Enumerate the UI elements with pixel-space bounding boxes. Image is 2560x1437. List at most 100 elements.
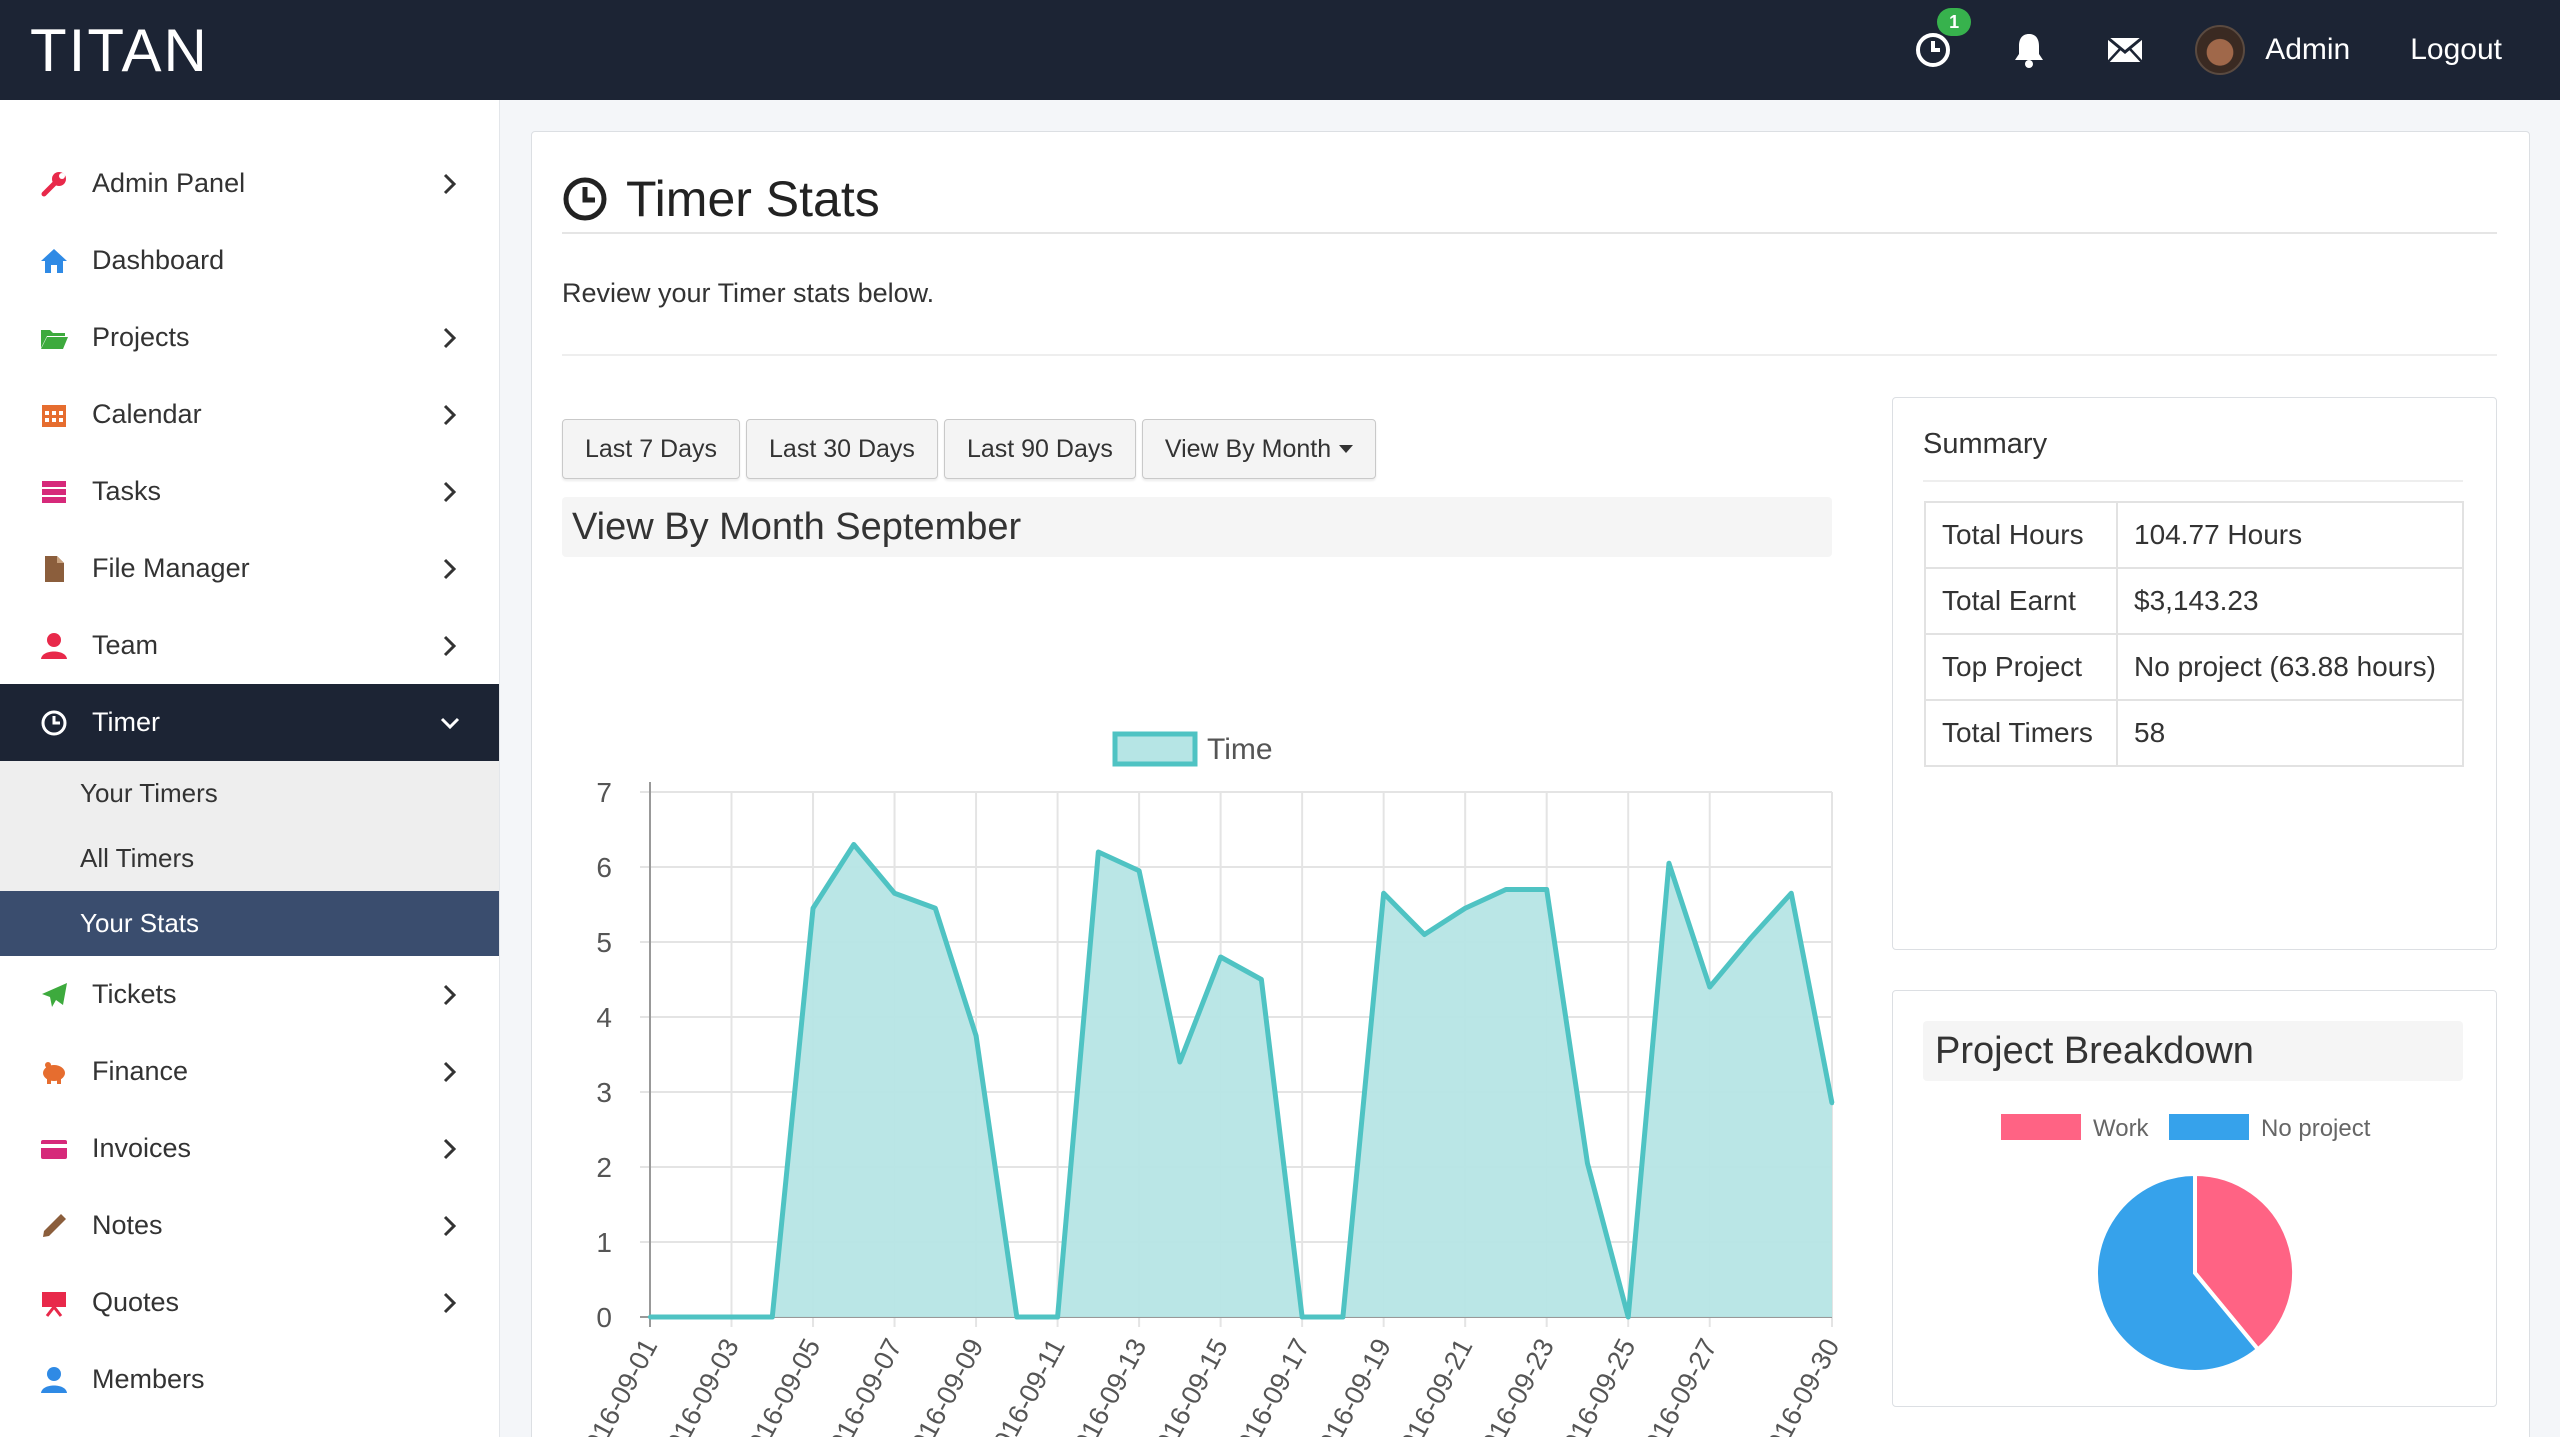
last-7-days-button[interactable]: Last 7 Days (562, 419, 741, 479)
x-tick-label: 2016-09-09 (898, 1334, 989, 1437)
sidebar-subitem-your-timers[interactable]: Your Timers (0, 761, 499, 826)
button-label: Last 7 Days (585, 434, 718, 463)
sidebar-item-notes[interactable]: Notes (0, 1187, 499, 1264)
x-tick-label: 2016-09-15 (1143, 1334, 1234, 1437)
sidebar-item-timer[interactable]: Timer (0, 684, 499, 761)
sidebar-item-calendar[interactable]: Calendar (0, 376, 499, 453)
legend-swatch (2001, 1114, 2081, 1140)
sidebar-item-team[interactable]: Team (0, 607, 499, 684)
sidebar-item-label: Notes (92, 1210, 163, 1240)
x-tick-label: 2016-09-03 (653, 1334, 744, 1437)
chart-legend: Time (1112, 731, 1273, 767)
summary-table: Total Hours 104.77 Hours Total Earnt $3,… (1924, 501, 2464, 767)
pie-legend-item: No project (2169, 1114, 2371, 1142)
chart-heading: View By Month September (562, 497, 1832, 557)
data-point (1544, 887, 1549, 892)
chevron-right-icon (443, 984, 457, 1005)
button-label: Last 90 Days (966, 434, 1113, 463)
sidebar-item-tasks[interactable]: Tasks (0, 453, 499, 530)
wrench-icon (38, 168, 70, 200)
sidebar-item-invoices[interactable]: Invoices (0, 1110, 499, 1187)
divider (562, 232, 2497, 234)
data-point (770, 1315, 775, 1319)
intro-text: Review your Timer stats below. (562, 278, 935, 308)
chevron-right-icon (443, 1292, 457, 1313)
tasks-icon (38, 476, 70, 508)
notifications-button[interactable] (1981, 0, 2077, 100)
messages-button[interactable] (2077, 0, 2173, 100)
avatar[interactable] (2195, 25, 2246, 75)
timer-badge: 1 (1937, 8, 1972, 36)
sidebar-item-label: Timer (92, 707, 160, 737)
piggy-bank-icon (38, 1056, 70, 1088)
y-tick-label: 7 (596, 777, 612, 808)
x-tick-label: 2016-09-11 (980, 1334, 1070, 1437)
sidebar-item-members[interactable]: Members (0, 1341, 499, 1418)
x-tick-label: 2016-09-01 (572, 1334, 663, 1437)
envelope-icon (2107, 36, 2144, 63)
sidebar-subitem-your-stats[interactable]: Your Stats (0, 891, 499, 956)
summary-value: $3,143.23 (2116, 567, 2464, 635)
data-point (648, 1315, 652, 1319)
chevron-right-icon (443, 1061, 457, 1082)
data-point (811, 906, 816, 911)
last-90-days-button[interactable]: Last 90 Days (943, 419, 1136, 479)
bell-icon (2015, 34, 2044, 68)
sidebar-item-projects[interactable]: Projects (0, 299, 499, 376)
view-by-month-dropdown[interactable]: View By Month (1141, 419, 1377, 479)
data-point (1096, 850, 1101, 854)
divider (1923, 480, 2463, 482)
data-point (1422, 932, 1427, 937)
sidebar-item-tickets[interactable]: Tickets (0, 956, 499, 1033)
home-icon (38, 245, 70, 277)
x-tick-label: 2016-09-07 (817, 1334, 908, 1437)
data-point (933, 906, 938, 911)
data-point (1748, 936, 1753, 941)
data-point (1218, 955, 1223, 959)
sidebar-subitem-all-timers[interactable]: All Timers (0, 826, 499, 891)
x-tick-label: 2016-09-23 (1469, 1334, 1560, 1437)
sidebar-item-dashboard[interactable]: Dashboard (0, 222, 499, 299)
sidebar-item-label: Admin Panel (92, 168, 246, 198)
top-navbar: TITAN 1 Admin Logout (0, 0, 2560, 100)
file-icon (38, 553, 70, 585)
legend-label: Time (1207, 733, 1273, 766)
summary-value: 58 (2116, 699, 2464, 767)
sidebar-item-label: File Manager (92, 553, 250, 583)
logout-link[interactable]: Logout (2410, 33, 2502, 67)
x-tick-label: 2016-09-13 (1061, 1334, 1152, 1437)
x-tick-label: 2016-09-25 (1550, 1334, 1641, 1437)
summary-box: Summary Total Hours 104.77 Hours Total E… (1892, 397, 2497, 950)
table-row: Total Earnt $3,143.23 (1924, 567, 2464, 635)
y-tick-label: 2 (596, 1152, 612, 1183)
sidebar-item-file-manager[interactable]: File Manager (0, 530, 499, 607)
user-icon (38, 630, 70, 662)
pie-legend-item: Work (2001, 1114, 2150, 1142)
clock-icon (563, 177, 607, 221)
y-tick-label: 6 (596, 852, 612, 883)
brand-logo[interactable]: TITAN (30, 16, 209, 85)
series-area-time (650, 844, 1832, 1317)
sidebar-item-quotes[interactable]: Quotes (0, 1264, 499, 1341)
summary-key: Total Timers (1924, 699, 2118, 767)
project-pie-chart: Work No project (2001, 1114, 2371, 1374)
timer-notification[interactable]: 1 (1885, 0, 1981, 100)
user-menu[interactable]: Admin (2265, 33, 2350, 67)
last-30-days-button[interactable]: Last 30 Days (746, 419, 938, 479)
summary-value: 104.77 Hours (2116, 501, 2464, 569)
user-icon (38, 1364, 70, 1396)
x-tick-label: 2016-09-21 (1387, 1334, 1478, 1437)
data-point (1381, 891, 1386, 896)
sidebar-item-finance[interactable]: Finance (0, 1033, 499, 1110)
range-buttons: Last 7 Days Last 30 Days Last 90 Days Vi… (562, 419, 1382, 479)
data-point (1626, 1315, 1631, 1319)
legend-swatch (2169, 1114, 2249, 1140)
breakdown-heading: Project Breakdown (1923, 1021, 2463, 1081)
data-point (1463, 906, 1468, 911)
sidebar-item-label: Projects (92, 322, 190, 352)
legend-swatch (1112, 731, 1198, 767)
button-label: Last 30 Days (769, 434, 915, 463)
table-row: Top Project No project (63.88 hours) (1924, 633, 2464, 701)
x-tick-label: 2016-09-27 (1632, 1334, 1723, 1437)
sidebar-item-admin-panel[interactable]: Admin Panel (0, 145, 499, 222)
